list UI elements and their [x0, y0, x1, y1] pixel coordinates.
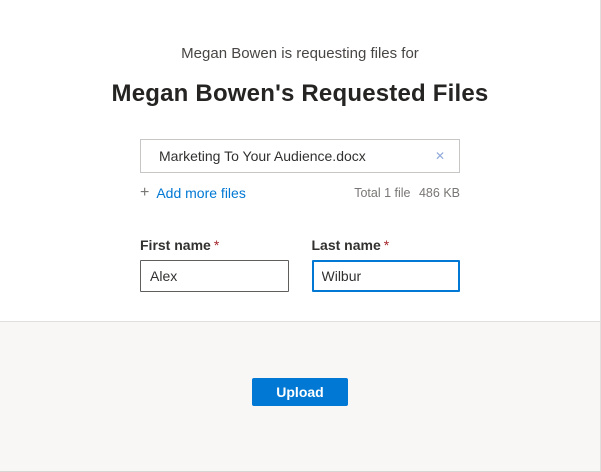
file-item-row: Marketing To Your Audience.docx ✕	[140, 139, 460, 173]
file-name: Marketing To Your Audience.docx	[159, 148, 366, 164]
files-total-size: 486 KB	[418, 186, 460, 200]
plus-icon: +	[140, 184, 150, 201]
first-name-label: First name *	[140, 237, 220, 253]
file-request-upload-page: Megan Bowen is requesting files for Mega…	[0, 0, 601, 472]
required-asterisk: *	[213, 237, 220, 253]
requester-subtitle: Megan Bowen is requesting files for	[181, 45, 419, 62]
first-name-field: First name *	[140, 235, 289, 292]
remove-file-icon[interactable]: ✕	[433, 148, 447, 164]
last-name-label: Last name *	[311, 237, 390, 253]
files-total-summary: Total 1 file 486 KB	[354, 186, 460, 200]
footer-bar: Upload	[0, 321, 600, 471]
required-asterisk: *	[383, 237, 390, 253]
last-name-field: Last name *	[311, 235, 460, 292]
upload-button[interactable]: Upload	[252, 378, 348, 406]
files-meta-row: + Add more files Total 1 file 486 KB	[140, 184, 460, 202]
first-name-input[interactable]	[140, 260, 289, 292]
name-fields-row: First name* Last name*	[140, 235, 460, 292]
add-more-files-button[interactable]: + Add more files	[140, 184, 246, 202]
files-total-label: Total 1 file	[354, 186, 411, 200]
page-title: Megan Bowen's Requested Files	[111, 80, 489, 107]
upload-form: Marketing To Your Audience.docx ✕ + Add …	[140, 139, 460, 292]
last-name-input[interactable]	[311, 260, 460, 292]
add-more-files-label: Add more files	[156, 185, 246, 201]
